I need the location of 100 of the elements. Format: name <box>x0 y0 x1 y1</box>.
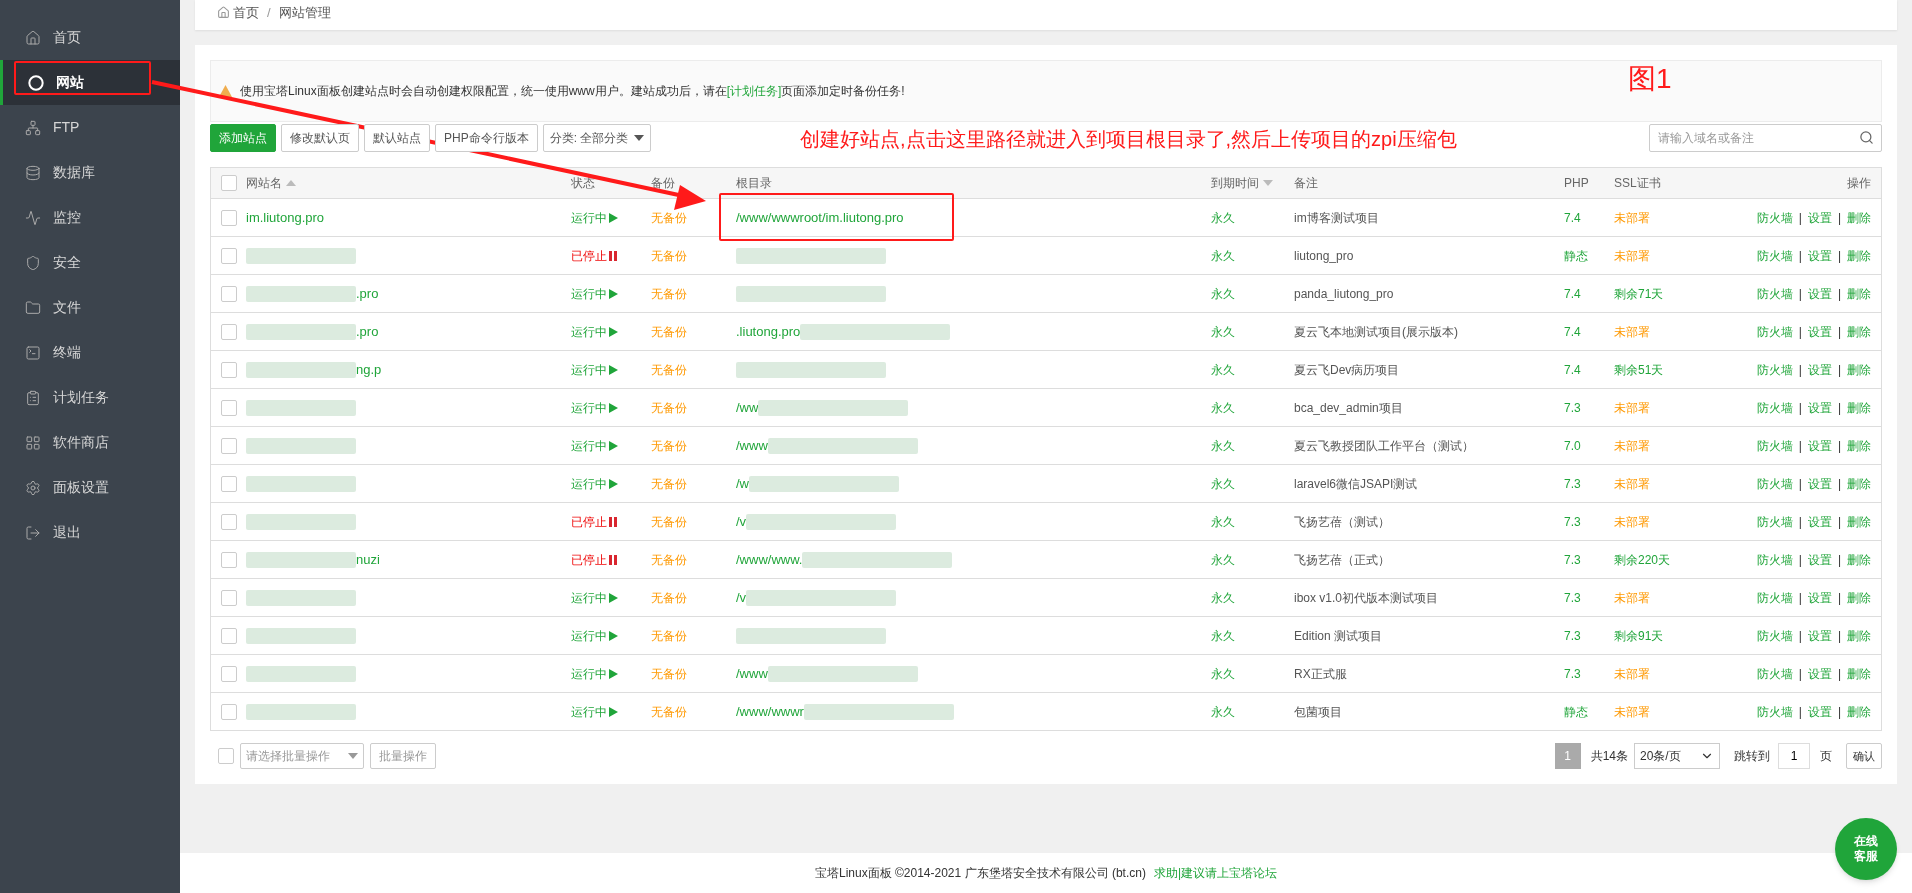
ssl-status-link[interactable]: 未部署 <box>1614 476 1650 491</box>
action-link[interactable]: 删除 <box>1847 474 1871 493</box>
php-version-link[interactable]: 7.3 <box>1564 590 1581 605</box>
status-link[interactable]: 已停止 <box>571 512 617 531</box>
sidebar-item[interactable]: 数据库 <box>0 150 180 195</box>
root-path-link[interactable]: /v <box>736 587 747 608</box>
status-link[interactable]: 运行中 <box>571 626 618 645</box>
site-name-link[interactable]: im.liutong.pro <box>246 207 325 228</box>
search-field[interactable]: 请输入域名或备注 <box>1649 124 1882 152</box>
toolbar-button[interactable]: PHP命令行版本 <box>435 124 538 152</box>
php-version-link[interactable]: 7.3 <box>1564 666 1581 681</box>
action-link[interactable]: 删除 <box>1847 550 1871 569</box>
action-link[interactable]: 设置 <box>1807 626 1832 645</box>
php-version-link[interactable]: 7.3 <box>1564 628 1581 643</box>
action-link[interactable]: 防火墙 <box>1756 436 1793 455</box>
ssl-status-link[interactable]: 未部署 <box>1614 590 1650 605</box>
forum-link[interactable]: 求助|建议请上宝塔论坛 <box>1153 864 1278 882</box>
backup-link[interactable]: 无备份 <box>651 514 687 529</box>
ssl-status-link[interactable]: 剩余51天 <box>1614 362 1664 377</box>
php-version-link[interactable]: 7.4 <box>1564 324 1581 339</box>
batch-select[interactable]: 请选择批量操作 <box>240 743 364 769</box>
backup-link[interactable]: 无备份 <box>651 704 687 719</box>
status-link[interactable]: 运行中 <box>571 284 618 303</box>
ssl-status-link[interactable]: 剩余91天 <box>1614 628 1664 643</box>
batch-button[interactable]: 批量操作 <box>370 743 436 769</box>
row-checkbox[interactable] <box>221 627 237 644</box>
row-checkbox[interactable] <box>221 475 237 492</box>
row-checkbox[interactable] <box>221 589 237 606</box>
ssl-status-link[interactable]: 剩余71天 <box>1614 286 1664 301</box>
root-path-link[interactable]: /www/wwwroot/im.liutong.pro <box>736 207 904 228</box>
action-link[interactable]: 删除 <box>1847 626 1871 645</box>
action-link[interactable]: 删除 <box>1847 588 1871 607</box>
ssl-status-link[interactable]: 未部署 <box>1614 704 1650 719</box>
action-link[interactable]: 设置 <box>1807 474 1832 493</box>
root-path-link[interactable]: /www/wwwr <box>736 701 804 722</box>
action-link[interactable]: 设置 <box>1807 284 1832 303</box>
row-checkbox[interactable] <box>221 513 237 530</box>
status-link[interactable]: 运行中 <box>571 398 618 417</box>
php-version-link[interactable]: 7.4 <box>1564 286 1581 301</box>
action-link[interactable]: 设置 <box>1807 208 1832 227</box>
category-select[interactable]: 分类: 全部分类 <box>542 124 652 152</box>
sidebar-item[interactable]: 文件 <box>0 285 180 330</box>
status-link[interactable]: 已停止 <box>571 246 617 265</box>
confirm-button[interactable]: 确认 <box>1846 743 1882 769</box>
breadcrumb-link[interactable]: 网站管理 <box>278 2 331 22</box>
action-link[interactable]: 防火墙 <box>1756 322 1793 341</box>
sidebar-item[interactable]: 安全 <box>0 240 180 285</box>
page-number[interactable]: 1 <box>1554 743 1581 769</box>
action-link[interactable]: 防火墙 <box>1756 588 1793 607</box>
php-version-link[interactable]: 7.0 <box>1564 438 1581 453</box>
site-name-link[interactable]: .pro <box>356 283 379 304</box>
root-path-link[interactable]: /v <box>736 511 747 532</box>
row-checkbox[interactable] <box>221 361 237 378</box>
toolbar-button[interactable]: 修改默认页 <box>281 124 359 152</box>
ssl-status-link[interactable]: 剩余220天 <box>1614 552 1671 567</box>
action-link[interactable]: 删除 <box>1847 246 1871 265</box>
row-checkbox[interactable] <box>221 399 237 416</box>
select-all-checkbox[interactable] <box>221 175 237 191</box>
action-link[interactable]: 删除 <box>1847 512 1871 531</box>
backup-link[interactable]: 无备份 <box>651 666 687 681</box>
ssl-status-link[interactable]: 未部署 <box>1614 666 1650 681</box>
sidebar-item[interactable]: 终端 <box>0 330 180 375</box>
row-checkbox[interactable] <box>221 247 237 264</box>
sidebar-item[interactable]: 网站 <box>0 60 180 105</box>
php-version-link[interactable]: 7.3 <box>1564 514 1581 529</box>
php-version-link[interactable]: 静态 <box>1564 248 1588 263</box>
action-link[interactable]: 删除 <box>1847 322 1871 341</box>
backup-link[interactable]: 无备份 <box>651 286 687 301</box>
notice-link[interactable]: [计划任务] <box>726 84 782 98</box>
sidebar-item[interactable]: 软件商店 <box>0 420 180 465</box>
sidebar-item[interactable]: 监控 <box>0 195 180 240</box>
site-name-link[interactable]: .pro <box>356 321 379 342</box>
root-path-link[interactable]: /www <box>736 435 768 456</box>
sidebar-item[interactable]: 首页 <box>0 15 180 60</box>
ssl-status-link[interactable]: 未部署 <box>1614 210 1650 225</box>
ssl-status-link[interactable]: 未部署 <box>1614 324 1650 339</box>
php-version-link[interactable]: 7.3 <box>1564 476 1581 491</box>
action-link[interactable]: 防火墙 <box>1756 360 1793 379</box>
action-link[interactable]: 设置 <box>1807 664 1832 683</box>
root-path-link[interactable]: /www <box>736 663 768 684</box>
backup-link[interactable]: 无备份 <box>651 628 687 643</box>
status-link[interactable]: 运行中 <box>571 588 618 607</box>
action-link[interactable]: 设置 <box>1807 588 1832 607</box>
root-path-link[interactable]: .liutong.pro <box>736 321 801 342</box>
site-name-link[interactable]: nuzi <box>356 549 380 570</box>
root-path-link[interactable]: /w <box>736 473 749 494</box>
status-link[interactable]: 运行中 <box>571 436 618 455</box>
action-link[interactable]: 防火墙 <box>1756 512 1793 531</box>
action-link[interactable]: 设置 <box>1807 322 1832 341</box>
root-path-link[interactable]: /ww <box>736 397 759 418</box>
status-link[interactable]: 运行中 <box>571 322 618 341</box>
root-path-link[interactable]: /www/www. <box>736 549 803 570</box>
action-link[interactable]: 防火墙 <box>1756 246 1793 265</box>
backup-link[interactable]: 无备份 <box>651 552 687 567</box>
action-link[interactable]: 防火墙 <box>1756 474 1793 493</box>
php-version-link[interactable]: 7.3 <box>1564 552 1581 567</box>
action-link[interactable]: 防火墙 <box>1756 398 1793 417</box>
action-link[interactable]: 删除 <box>1847 208 1871 227</box>
php-version-link[interactable]: 静态 <box>1564 704 1588 719</box>
action-link[interactable]: 防火墙 <box>1756 550 1793 569</box>
